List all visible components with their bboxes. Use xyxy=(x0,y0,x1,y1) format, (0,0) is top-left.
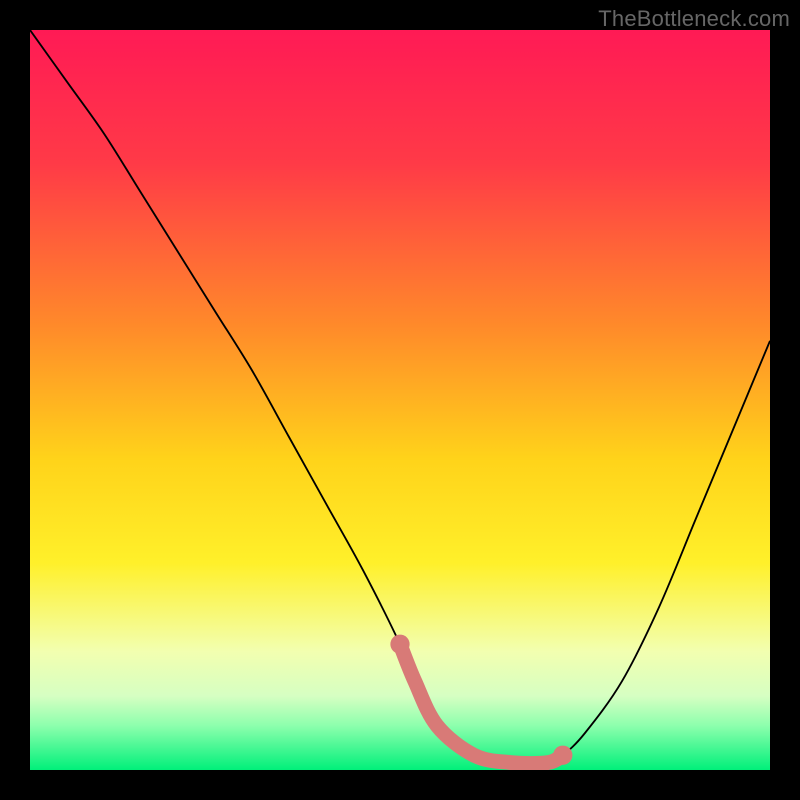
watermark-text: TheBottleneck.com xyxy=(598,6,790,32)
bottleneck-plot xyxy=(30,30,770,770)
highlight-start-dot xyxy=(390,635,409,654)
chart-svg xyxy=(30,30,770,770)
chart-frame: TheBottleneck.com xyxy=(0,0,800,800)
highlight-end-dot xyxy=(553,746,572,765)
